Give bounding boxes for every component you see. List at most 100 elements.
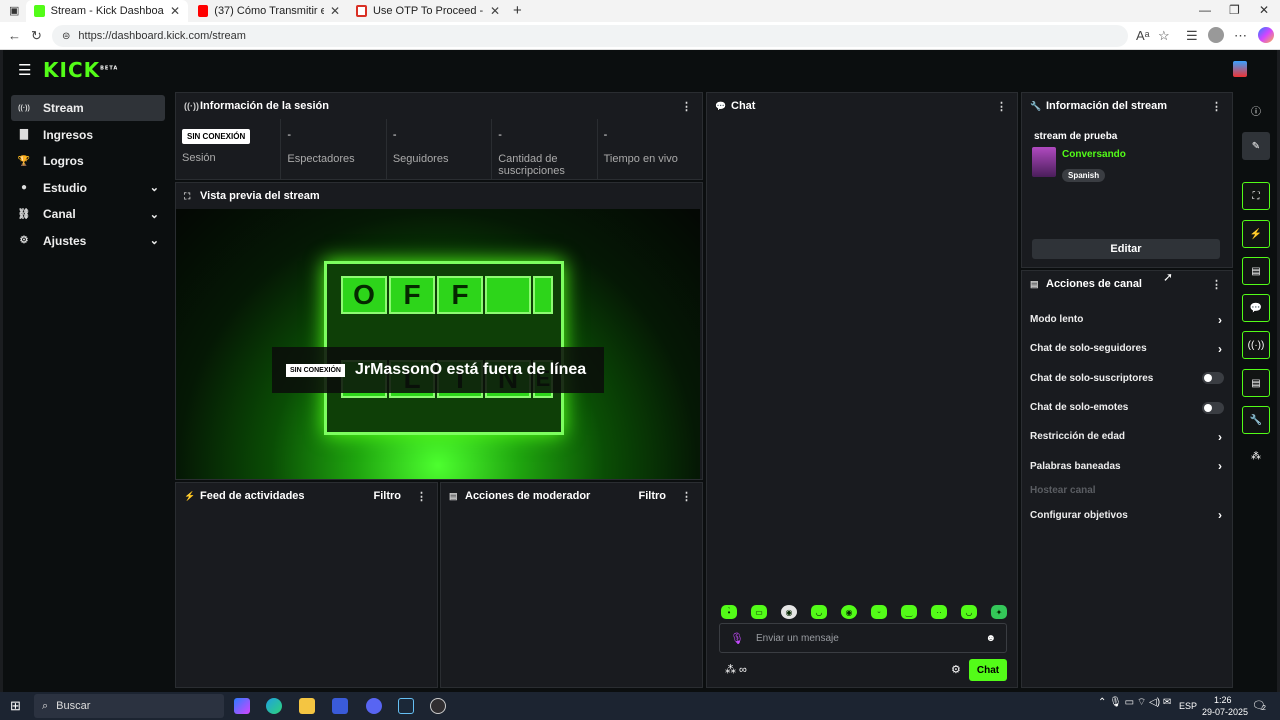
channel-actions-icon: ▤ [1030, 278, 1039, 289]
sidebar-item-logros[interactable]: 🏆 Logros [11, 148, 165, 174]
kick-favicon-icon [34, 5, 45, 17]
chat-badges-icon[interactable]: ⁂ ∞ [725, 663, 747, 676]
widgets-icon[interactable]: ⁂ [1242, 442, 1270, 470]
site-info-icon[interactable]: ⊜ [62, 31, 70, 42]
broadcast-toggle-icon[interactable]: ((·)) [1242, 331, 1270, 359]
microphone-icon[interactable]: 🎙 [730, 632, 744, 645]
clock-date[interactable]: 29-07-2025 [1202, 707, 1248, 717]
emotes-only-toggle[interactable] [1202, 401, 1224, 414]
kebab-menu-icon[interactable]: ⋮ [1211, 278, 1222, 291]
panel-title: Acciones de canal [1046, 278, 1142, 290]
gmail-favicon-icon [356, 5, 367, 17]
kebab-menu-icon[interactable]: ⋮ [416, 490, 427, 503]
discord-app-icon[interactable] [366, 698, 382, 714]
notes-icon[interactable]: ▤ [1242, 257, 1270, 285]
copilot-app-icon[interactable] [234, 698, 250, 714]
steam-app-icon[interactable] [398, 698, 414, 714]
emote-icon[interactable]: •̀ [721, 605, 737, 619]
subscribers-only-toggle[interactable] [1202, 372, 1224, 385]
chat-toggle-icon[interactable]: 💬 [1242, 294, 1270, 322]
app-icon[interactable] [332, 698, 348, 714]
action-banned-words[interactable]: Palabras baneadas › [1022, 451, 1232, 480]
tab-youtube[interactable]: (37) Cómo Transmitir en Kick Con ✕ [190, 0, 348, 22]
close-tab-icon[interactable]: ✕ [490, 4, 500, 18]
sidebar-item-label: Ajustes [43, 233, 87, 248]
mod-actions-toggle-icon[interactable]: ▤ [1242, 369, 1270, 397]
clock-time[interactable]: 1:26 [1214, 695, 1232, 705]
panel-header: 💬 Chat ⋮ [707, 93, 1017, 119]
emote-icon[interactable]: ◉ [841, 605, 857, 619]
panel-title: Información de la sesión [200, 100, 329, 112]
sidebar-item-estudio[interactable]: ● Estudio ⌄ [11, 175, 165, 201]
tab-actions-icon[interactable]: ▣ [9, 4, 19, 17]
category-name[interactable]: Conversando [1062, 149, 1126, 160]
restore-icon[interactable]: ❐ [1229, 3, 1240, 17]
emote-icon[interactable]: ◉ [781, 605, 797, 619]
kebab-menu-icon[interactable]: ⋮ [996, 100, 1007, 113]
filter-button[interactable]: Filtro [374, 490, 402, 502]
sidebar-item-canal[interactable]: ⛓ Canal ⌄ [11, 201, 165, 227]
kebab-menu-icon[interactable]: ⋮ [1211, 100, 1222, 113]
sidebar-item-ingresos[interactable]: ▇ Ingresos [11, 122, 165, 148]
edge-app-icon[interactable] [266, 698, 282, 714]
wrench-toggle-icon[interactable]: 🔧 [1242, 406, 1270, 434]
close-tab-icon[interactable]: ✕ [170, 4, 180, 18]
youtube-favicon-icon [198, 5, 209, 17]
emote-icon[interactable]: ◡ [811, 605, 827, 619]
language-indicator[interactable]: ESP [1179, 701, 1197, 711]
emote-icon[interactable]: ‿ [901, 605, 917, 619]
sidebar-item-label: Stream [43, 101, 84, 115]
activity-toggle-icon[interactable]: ⚡ [1242, 220, 1270, 248]
taskbar-search[interactable]: ⌕ Buscar [34, 694, 224, 718]
sidebar-item-ajustes[interactable]: ⚙ Ajustes ⌄ [11, 228, 165, 254]
emoji-picker-icon[interactable]: ☻ [985, 633, 996, 644]
preview-toggle-icon[interactable]: ⛶ [1242, 182, 1270, 210]
explorer-app-icon[interactable] [299, 698, 315, 714]
user-avatar[interactable] [1233, 61, 1247, 77]
chat-settings-icon[interactable]: ⚙ [951, 663, 961, 676]
new-tab-button[interactable]: + [513, 2, 522, 19]
emote-icon[interactable]: ▭ [751, 605, 767, 619]
tab-title: (37) Cómo Transmitir en Kick Con [214, 5, 324, 17]
panel-header: ((·)) Información de la sesión ⋮ [176, 93, 702, 119]
hamburger-menu-icon[interactable]: ☰ [18, 61, 31, 79]
action-age-restriction[interactable]: Restricción de edad › [1022, 422, 1232, 451]
action-followers-only[interactable]: Chat de solo-seguidores › [1022, 334, 1232, 363]
emote-icon[interactable]: ᵕ [871, 605, 887, 619]
emote-icon[interactable]: ·· [931, 605, 947, 619]
action-configure-goals[interactable]: Configurar objetivos › [1022, 501, 1232, 530]
obs-app-icon[interactable] [430, 698, 446, 714]
more-menu-icon[interactable]: ⋯ [1234, 28, 1247, 44]
tab-gmail[interactable]: Use OTP To Proceed - iosdevjrmc ✕ [348, 0, 508, 22]
edit-pencil-icon[interactable]: ✎ [1242, 132, 1270, 160]
close-tab-icon[interactable]: ✕ [330, 4, 340, 18]
tab-kick-dashboard[interactable]: Stream - Kick Dashboard ✕ [26, 0, 188, 22]
chat-message-input[interactable]: 🎙 Enviar un mensaje ☻ [719, 623, 1007, 653]
emote-icon[interactable]: ✦ [991, 605, 1007, 619]
reload-icon[interactable]: ↻ [31, 28, 42, 44]
read-aloud-icon[interactable]: Aᵃ [1136, 28, 1150, 43]
url-text: https://dashboard.kick.com/stream [78, 30, 246, 42]
favorites-icon[interactable]: ☰ [1186, 28, 1198, 44]
stat-value: - [498, 129, 502, 141]
filter-button[interactable]: Filtro [639, 490, 667, 502]
send-chat-button[interactable]: Chat [969, 659, 1007, 681]
kebab-menu-icon[interactable]: ⋮ [681, 490, 692, 503]
info-icon[interactable]: ⓘ [1242, 96, 1270, 124]
emote-icon[interactable]: ◡ [961, 605, 977, 619]
back-icon[interactable]: ← [8, 28, 21, 43]
edit-stream-button[interactable]: Editar [1032, 239, 1220, 259]
copilot-icon[interactable] [1258, 27, 1274, 43]
close-window-icon[interactable]: ✕ [1259, 3, 1269, 17]
minimize-icon[interactable]: — [1199, 3, 1211, 17]
kebab-menu-icon[interactable]: ⋮ [681, 100, 692, 113]
tray-icons[interactable]: ⌃ 🎙 ▭ ⌔ ◁) ✉ [1098, 696, 1171, 709]
profile-avatar[interactable] [1208, 27, 1224, 43]
sidebar-item-stream[interactable]: ((·)) Stream [11, 95, 165, 121]
kick-logo[interactable]: KICKBETA [43, 58, 118, 82]
action-slow-mode[interactable]: Modo lento › [1022, 305, 1232, 334]
url-field[interactable]: ⊜ https://dashboard.kick.com/stream [52, 25, 1128, 47]
stream-preview[interactable]: O F F L I N E SIN CONEXIÓN JrMassonO est… [176, 209, 700, 479]
windows-start-icon[interactable]: ⊞ [10, 698, 21, 714]
favorite-star-icon[interactable]: ☆ [1158, 28, 1170, 44]
